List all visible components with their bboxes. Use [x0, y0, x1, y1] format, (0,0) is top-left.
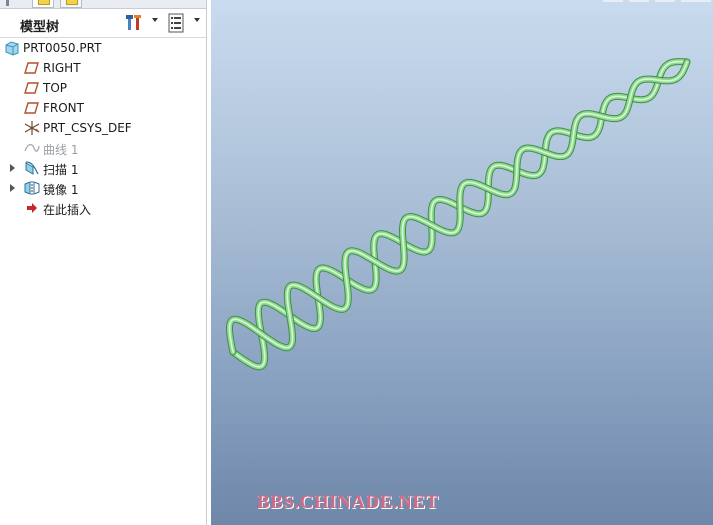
tree-item-label: PRT_CSYS_DEF	[43, 121, 132, 135]
tab-folder-browser[interactable]	[60, 0, 82, 8]
sweep-icon	[25, 161, 39, 175]
tree-item-insert-here[interactable]: 在此插入	[0, 198, 206, 218]
tree-item-sweep[interactable]: 扫描 1	[0, 158, 206, 178]
datum-plane-icon	[24, 62, 39, 74]
tree-item-label: PRT0050.PRT	[23, 41, 102, 55]
tree-item-label: 曲线 1	[43, 143, 79, 157]
mirror-icon	[24, 181, 40, 195]
expand-arrow-icon[interactable]	[10, 164, 15, 172]
tab-model-tree[interactable]	[32, 0, 54, 8]
graphics-viewport[interactable]: BBS.CHINADE.NET	[211, 0, 713, 525]
tree-item-top-plane[interactable]: TOP	[0, 78, 206, 98]
tree-item-label: TOP	[43, 81, 68, 95]
twisted-helix-model[interactable]	[211, 0, 713, 525]
datum-plane-icon	[24, 102, 39, 114]
helix-strand-2-layer-2	[227, 59, 690, 355]
tree-item-label: RIGHT	[43, 61, 81, 75]
part-icon	[5, 41, 19, 56]
folder-icon	[38, 0, 50, 5]
watermark-text: BBS.CHINADE.NET	[257, 492, 439, 513]
tree-item-front-plane[interactable]: FRONT	[0, 98, 206, 118]
hammer-wrench-icon	[126, 15, 141, 30]
tree-item-right-plane[interactable]: RIGHT	[0, 58, 206, 78]
tree-item-label: 在此插入	[43, 203, 92, 217]
show-menu-button[interactable]	[166, 12, 188, 34]
tree-item-label: FRONT	[43, 101, 84, 115]
tree-item-part[interactable]: PRT0050.PRT	[0, 38, 206, 58]
tree-item-csys[interactable]: PRT_CSYS_DEF	[0, 118, 206, 138]
model-tree-header: 模型树	[0, 9, 206, 38]
tree-item-label: 扫描 1	[43, 163, 79, 177]
curve-icon	[24, 143, 40, 152]
datum-plane-icon	[24, 82, 39, 94]
model-tree-panel: 模型树 PRT0050.PRT RIGHT TOP FRONT PRT_CSYS…	[0, 0, 207, 525]
tree-item-curve[interactable]: 曲线 1	[0, 138, 206, 158]
expand-arrow-icon[interactable]	[10, 184, 15, 192]
tree-item-mirror[interactable]: 镜像 1	[0, 178, 206, 198]
panel-title: 模型树	[20, 20, 60, 35]
tree-item-label: 镜像 1	[43, 183, 79, 197]
show-dropdown-chevron-icon[interactable]	[194, 18, 200, 22]
settings-dropdown-chevron-icon[interactable]	[152, 18, 158, 22]
settings-tools-button[interactable]	[124, 12, 146, 34]
panel-tab-strip	[0, 0, 206, 9]
list-document-icon	[168, 13, 184, 33]
tab-strip-marker	[6, 0, 9, 6]
coordinate-system-icon	[24, 121, 40, 135]
folder-icon	[66, 0, 78, 5]
helix-strands	[226, 58, 691, 371]
insert-here-arrow-icon	[27, 203, 37, 213]
